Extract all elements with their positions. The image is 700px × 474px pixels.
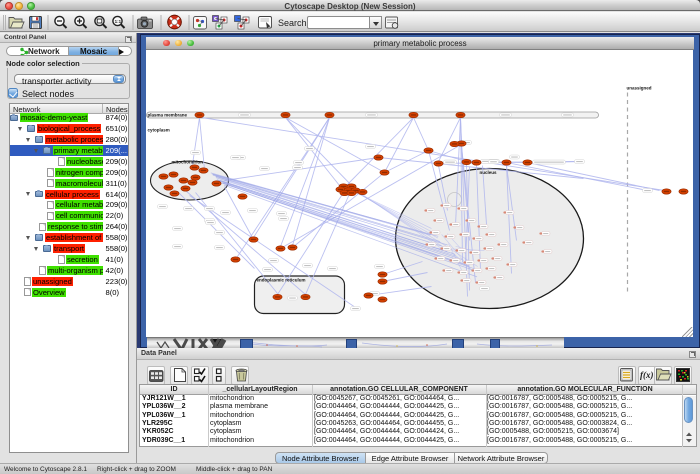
svg-text:nucleus: nucleus — [480, 170, 498, 175]
svg-text:plasma membrane: plasma membrane — [148, 113, 188, 118]
svg-text:mitochondrion: mitochondrion — [172, 160, 204, 165]
svg-text:endoplasmic reticulum: endoplasmic reticulum — [257, 278, 306, 283]
svg-text:unassigned: unassigned — [627, 86, 652, 91]
svg-text:cytoplasm: cytoplasm — [148, 128, 170, 133]
svg-text:f(x): f(x) — [640, 370, 654, 380]
svg-text:1:1: 1:1 — [115, 19, 122, 24]
